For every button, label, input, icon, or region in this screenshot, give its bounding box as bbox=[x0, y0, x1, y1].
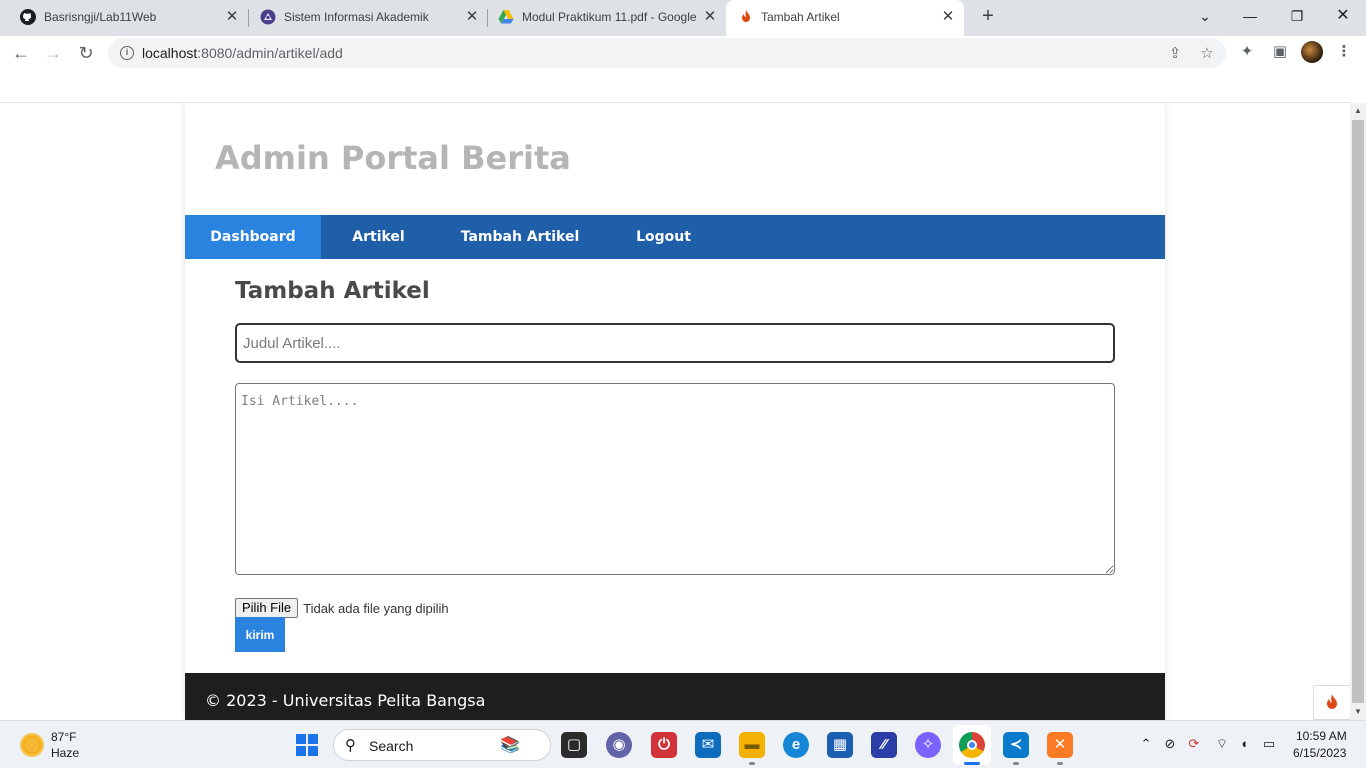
article-title-input[interactable] bbox=[235, 323, 1115, 363]
search-icon: ⚲ bbox=[345, 737, 356, 754]
site-info-icon[interactable]: i bbox=[120, 46, 134, 60]
tab-title: Tambah Artikel bbox=[761, 10, 840, 24]
file-status-text: Tidak ada file yang dipilih bbox=[303, 600, 449, 616]
chrome-browser-icon[interactable] bbox=[959, 732, 985, 758]
search-label: Search bbox=[369, 738, 414, 754]
share-icon[interactable]: ⇪ bbox=[1166, 45, 1184, 63]
weather-temperature[interactable]: 87°F bbox=[51, 730, 76, 744]
tab-github[interactable]: Basrisngji/Lab11Web ✕ bbox=[0, 0, 248, 34]
taskbar-search[interactable]: ⚲ Search 📚 bbox=[333, 729, 551, 761]
vscode-icon[interactable]: ≺ bbox=[1003, 732, 1029, 758]
clock-time[interactable]: 10:59 AM bbox=[1296, 729, 1347, 743]
footer-copyright: © 2023 - Universitas Pelita Bangsa bbox=[205, 691, 486, 710]
file-explorer-icon[interactable]: ▬ bbox=[739, 732, 765, 758]
site-header: Admin Portal Berita bbox=[185, 103, 1165, 215]
tab-title: Modul Praktikum 11.pdf - Google bbox=[522, 10, 696, 24]
tab-sistem-informasi[interactable]: Sistem Informasi Akademik ✕ bbox=[240, 0, 488, 34]
copilot-icon[interactable]: ✧ bbox=[915, 732, 941, 758]
sync-icon[interactable]: ⟳ bbox=[1185, 735, 1203, 753]
running-indicator bbox=[1013, 762, 1019, 765]
weather-haze-icon[interactable] bbox=[20, 733, 44, 757]
url-path: :8080/admin/artikel/add bbox=[197, 45, 343, 61]
mail-icon[interactable]: ✉ bbox=[695, 732, 721, 758]
browser-tab-strip: Basrisngji/Lab11Web ✕ Sistem Informasi A… bbox=[0, 0, 1366, 36]
nav-artikel[interactable]: Artikel bbox=[321, 215, 436, 259]
minimize-button[interactable]: — bbox=[1236, 4, 1264, 28]
nav-dashboard[interactable]: Dashboard bbox=[185, 215, 321, 259]
reload-icon[interactable]: ↻ bbox=[73, 40, 99, 66]
choose-file-button[interactable]: Pilih File bbox=[235, 598, 299, 618]
visual-studio-icon[interactable]: ⁄⁄ bbox=[871, 732, 897, 758]
network-error-icon[interactable]: ⊘ bbox=[1161, 735, 1179, 753]
main-nav: Dashboard Artikel Tambah Artikel Logout bbox=[185, 215, 1165, 259]
teams-chat-icon[interactable]: ◉ bbox=[606, 732, 632, 758]
url-text[interactable]: localhost:8080/admin/artikel/add bbox=[142, 45, 343, 61]
nav-logout[interactable]: Logout bbox=[604, 215, 723, 259]
scrollbar-thumb[interactable] bbox=[1352, 120, 1364, 703]
tab-close-icon[interactable]: ✕ bbox=[701, 8, 719, 26]
menu-kebab-icon[interactable]: ⋮ bbox=[1334, 42, 1354, 62]
start-windows-icon[interactable] bbox=[296, 734, 318, 756]
close-window-button[interactable]: ✕ bbox=[1329, 4, 1357, 28]
tab-tambah-artikel[interactable]: Tambah Artikel ✕ bbox=[726, 0, 964, 36]
scroll-down-arrow-icon[interactable]: ▼ bbox=[1350, 704, 1366, 720]
restore-button[interactable]: ❐ bbox=[1283, 4, 1311, 28]
url-host: localhost bbox=[142, 45, 198, 61]
xampp-icon[interactable]: ✕ bbox=[1047, 732, 1073, 758]
side-panel-icon[interactable]: ▣ bbox=[1270, 42, 1290, 62]
submit-button[interactable]: kirim bbox=[235, 617, 285, 652]
google-drive-icon bbox=[498, 10, 514, 24]
show-hidden-icons-chevron-icon[interactable]: ⌃ bbox=[1137, 735, 1155, 753]
power-app-icon[interactable]: ⏻ bbox=[651, 732, 677, 758]
page-title: Tambah Artikel bbox=[235, 278, 430, 304]
volume-icon[interactable]: ◖ bbox=[1235, 735, 1253, 753]
tab-title: Sistem Informasi Akademik bbox=[284, 10, 429, 24]
forward-arrow-icon[interactable]: → bbox=[40, 40, 66, 66]
university-logo-icon bbox=[260, 9, 276, 25]
wifi-icon[interactable]: ⌔ bbox=[1213, 735, 1231, 753]
extensions-puzzle-icon[interactable]: ✦ bbox=[1237, 42, 1257, 62]
codeigniter-flame-icon bbox=[742, 10, 750, 22]
scroll-up-arrow-icon[interactable]: ▲ bbox=[1350, 103, 1366, 119]
tab-modul-praktikum[interactable]: Modul Praktikum 11.pdf - Google ✕ bbox=[478, 0, 726, 34]
running-indicator bbox=[964, 762, 980, 765]
tab-search-chevron-icon[interactable]: ⌄ bbox=[1191, 4, 1219, 28]
battery-icon[interactable]: ▭ bbox=[1260, 735, 1278, 753]
search-highlight-icon: 📚 bbox=[500, 737, 520, 754]
github-icon bbox=[20, 9, 36, 25]
tab-close-icon[interactable]: ✕ bbox=[223, 8, 241, 26]
address-bar[interactable]: i localhost:8080/admin/artikel/add ⇪ ☆ bbox=[108, 38, 1226, 68]
weather-description[interactable]: Haze bbox=[51, 746, 79, 760]
new-tab-button[interactable]: + bbox=[977, 6, 999, 28]
browser-toolbar: ← → ↻ i localhost:8080/admin/artikel/add… bbox=[0, 36, 1366, 68]
microsoft-store-icon[interactable]: ▦ bbox=[827, 732, 853, 758]
tab-title: Basrisngji/Lab11Web bbox=[44, 10, 157, 24]
clock-date[interactable]: 6/15/2023 bbox=[1293, 746, 1346, 760]
profile-avatar[interactable] bbox=[1301, 41, 1323, 63]
site-title: Admin Portal Berita bbox=[215, 139, 571, 177]
file-upload-field: Pilih File Tidak ada file yang dipilih bbox=[235, 598, 449, 618]
running-indicator bbox=[1057, 762, 1063, 765]
bookmark-star-icon[interactable]: ☆ bbox=[1198, 45, 1216, 63]
edge-browser-icon[interactable]: e bbox=[783, 732, 809, 758]
page-scrollbar[interactable]: ▲ ▼ bbox=[1350, 103, 1366, 720]
task-view-icon[interactable]: ▢ bbox=[561, 732, 587, 758]
article-body-textarea[interactable] bbox=[235, 383, 1115, 575]
nav-tambah-artikel[interactable]: Tambah Artikel bbox=[436, 215, 604, 259]
codeigniter-flame-icon bbox=[1327, 694, 1337, 709]
windows-taskbar: 87°F Haze ⚲ Search 📚 ▢ ◉ ⏻ ✉ ▬ e ▦ ⁄⁄ ✧ … bbox=[0, 720, 1366, 768]
tab-close-icon[interactable]: ✕ bbox=[939, 8, 957, 26]
site-footer: © 2023 - Universitas Pelita Bangsa bbox=[185, 673, 1165, 720]
page-container: Admin Portal Berita Dashboard Artikel Ta… bbox=[185, 103, 1165, 720]
codeigniter-debug-toolbar-icon[interactable] bbox=[1313, 685, 1350, 720]
back-arrow-icon[interactable]: ← bbox=[8, 40, 34, 66]
page-viewport: Admin Portal Berita Dashboard Artikel Ta… bbox=[0, 103, 1350, 720]
running-indicator bbox=[749, 762, 755, 765]
